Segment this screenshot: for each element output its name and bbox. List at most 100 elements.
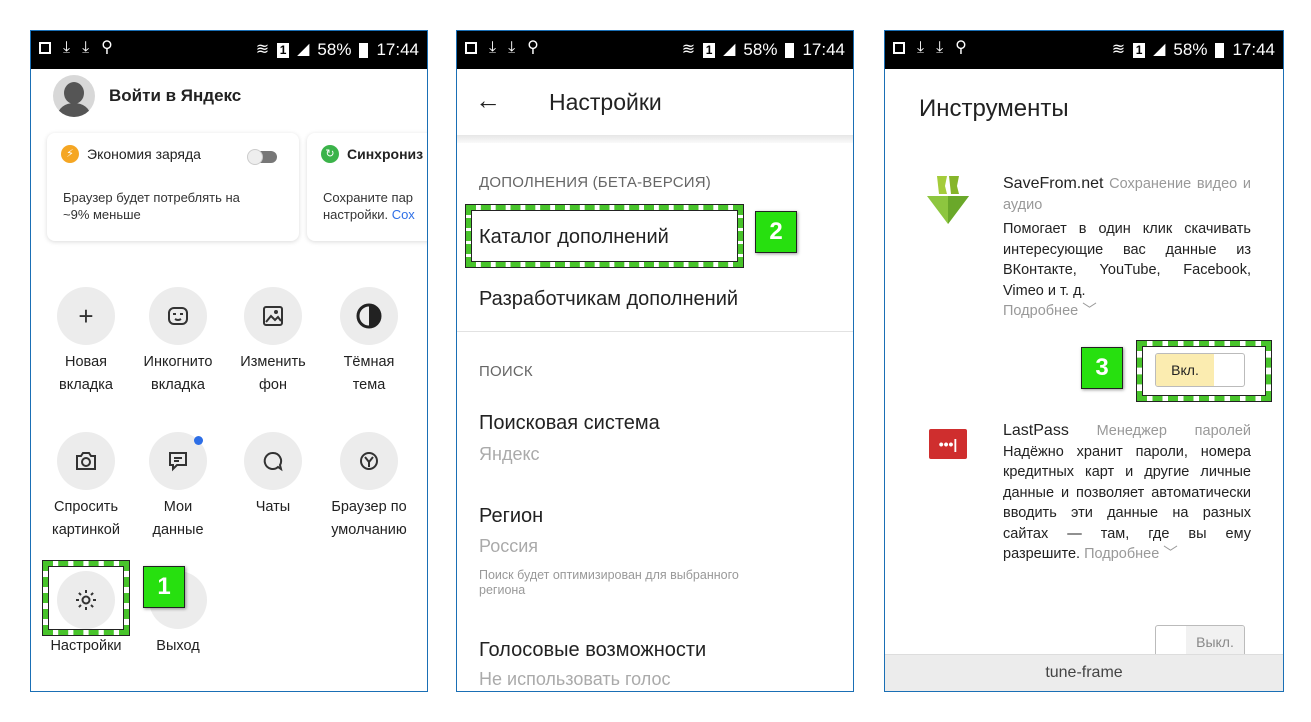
settings-highlight — [43, 561, 129, 635]
tile-label: Изменить — [240, 354, 306, 370]
account-row[interactable]: Войти в Яндекс — [53, 75, 241, 117]
tile-label: умолчанию — [331, 522, 407, 538]
settings-screen: ⤓ ⤓ ⚲ ≋ 1 ◢ 58% 17:44 ← Настройки ДОПОЛН… — [456, 30, 854, 692]
catalog-highlight — [466, 205, 743, 267]
sim-icon: 1 — [1133, 42, 1146, 58]
battery-percent: 58% — [743, 40, 778, 59]
search-icon: ⚲ — [955, 39, 967, 56]
clock: 17:44 — [802, 40, 845, 59]
region-value: Россия — [479, 536, 539, 556]
section-search-header: ПОИСК — [479, 363, 533, 380]
notification-dot — [194, 436, 203, 445]
dark-theme-tile[interactable]: Тёмная тема — [329, 287, 409, 397]
wifi-icon: ≋ — [681, 41, 696, 58]
screenshot-icon — [39, 42, 51, 54]
my-data-tile[interactable]: Мои данные — [138, 432, 218, 542]
avatar — [53, 75, 95, 117]
battery-icon — [1215, 42, 1225, 58]
data-icon — [149, 432, 207, 490]
card-body-line: Браузер будет потреблять на — [63, 190, 240, 205]
contrast-icon — [340, 287, 398, 345]
sync-icon: ↻ — [321, 145, 339, 163]
chevron-down-icon[interactable]: ﹀ — [1078, 303, 1097, 319]
status-bar: ⤓ ⤓ ⚲ ≋ 1 ◢ 58% 17:44 — [457, 31, 853, 69]
savefrom-arrow-icon — [927, 176, 969, 229]
step-badge: 2 — [755, 211, 797, 253]
battery-saver-card[interactable]: ⚡ Экономия заряда Браузер будет потребля… — [47, 133, 299, 241]
mask-icon — [149, 287, 207, 345]
login-label: Войти в Яндекс — [109, 86, 242, 105]
tile-label: Новая — [65, 354, 107, 370]
wifi-icon: ≋ — [1111, 41, 1126, 58]
new-tab-tile[interactable]: + Новая вкладка — [46, 287, 126, 397]
chevron-down-icon[interactable]: ﹀ — [1159, 546, 1178, 562]
region-note-line: Поиск будет оптимизирован для выбранного — [479, 568, 739, 582]
tile-label: Мои данные — [152, 499, 204, 538]
lastpass-description: LastPass Менеджер паролей Надёжно хранит… — [1003, 421, 1251, 565]
sync-card[interactable]: ↻ Синхрониз Сохраните пар настройки. Сох — [307, 133, 427, 241]
savefrom-description: SaveFrom.net Сохранение видео и аудио По… — [1003, 174, 1251, 322]
signal-icon: ◢ — [723, 41, 736, 58]
lightning-icon: ⚡ — [61, 145, 79, 163]
search-engine-item[interactable]: Поисковая система — [479, 412, 660, 435]
incognito-tile[interactable]: Инкогнито вкладка — [138, 287, 218, 397]
extension-description: Помогает в один клик скачивать интересую… — [1003, 221, 1251, 299]
tile-label: Тёмная — [343, 354, 395, 370]
battery-percent: 58% — [317, 40, 352, 59]
chat-icon — [244, 432, 302, 490]
extension-name: LastPass — [1003, 422, 1069, 439]
battery-icon — [785, 42, 795, 58]
chats-tile[interactable]: Чаты — [233, 432, 313, 519]
browser-menu-screen: ⤓ ⤓ ⚲ ≋ 1 ◢ 58% 17:44 Войти в Яндекс ⚡ Э… — [30, 30, 428, 692]
tile-label: вкладка — [59, 377, 113, 393]
wifi-icon: ≋ — [255, 41, 270, 58]
clock: 17:44 — [376, 40, 419, 59]
toolbar-shadow — [457, 135, 853, 143]
region-item[interactable]: Регион — [479, 505, 543, 528]
tile-label: Настройки — [50, 638, 122, 654]
tile-label: Браузер по — [331, 499, 407, 515]
more-link[interactable]: Подробнее — [1003, 303, 1078, 319]
status-bar: ⤓ ⤓ ⚲ ≋ 1 ◢ 58% 17:44 — [885, 31, 1283, 69]
download-icon: ⤓ — [489, 39, 497, 56]
card-body-line: ~9% меньше — [63, 207, 141, 222]
voice-value: Не использовать голос — [479, 669, 671, 689]
card-body-line: Сохраните пар — [323, 190, 414, 205]
tile-label: Спросить — [54, 499, 118, 515]
screenshot-icon — [893, 42, 905, 54]
search-icon: ⚲ — [527, 39, 539, 56]
image-search-tile[interactable]: Спросить картинкой — [46, 432, 126, 542]
region-note: Поиск будет оптимизирован для выбранного… — [479, 568, 739, 598]
extension-name: SaveFrom.net — [1003, 175, 1104, 192]
extension-description: Надёжно хранит пароли, номера кредитных … — [1003, 443, 1251, 563]
change-background-tile[interactable]: Изменить фон — [233, 287, 313, 397]
card-title: Экономия заряда — [87, 146, 201, 162]
screenshot-icon — [465, 42, 477, 54]
default-browser-tile[interactable]: Браузер по умолчанию — [329, 432, 409, 542]
tile-label: картинкой — [52, 522, 120, 538]
footer-bar: tune-frame — [885, 654, 1283, 691]
default-browser-icon — [340, 432, 398, 490]
plus-icon: + — [57, 287, 115, 345]
download-icon: ⤓ — [63, 39, 71, 56]
toggle-highlight — [1137, 341, 1271, 401]
battery-saver-toggle[interactable] — [247, 149, 277, 165]
status-bar: ⤓ ⤓ ⚲ ≋ 1 ◢ 58% 17:44 — [31, 31, 427, 69]
section-addons-header: ДОПОЛНЕНИЯ (БЕТА-ВЕРСИЯ) — [479, 174, 711, 191]
download-icon: ⤓ — [936, 39, 944, 56]
tile-label: вкладка — [151, 377, 205, 393]
back-arrow-icon[interactable]: ← — [475, 85, 501, 116]
tile-label: фон — [258, 377, 287, 393]
page-title: Настройки — [549, 89, 662, 115]
battery-percent: 58% — [1173, 40, 1208, 59]
voice-item[interactable]: Голосовые возможности — [479, 639, 706, 662]
addons-developers-item[interactable]: Разработчикам дополнений — [479, 288, 738, 311]
region-note-line: региона — [479, 583, 526, 597]
download-icon: ⤓ — [82, 39, 90, 56]
battery-icon — [359, 42, 369, 58]
more-link[interactable]: Подробнее — [1084, 546, 1159, 562]
tools-screen: ⤓ ⤓ ⚲ ≋ 1 ◢ 58% 17:44 Инструменты SaveFr… — [884, 30, 1284, 692]
download-icon: ⤓ — [917, 39, 925, 56]
sync-link[interactable]: Сох — [392, 207, 415, 222]
toolbar: ← Настройки — [457, 69, 853, 141]
